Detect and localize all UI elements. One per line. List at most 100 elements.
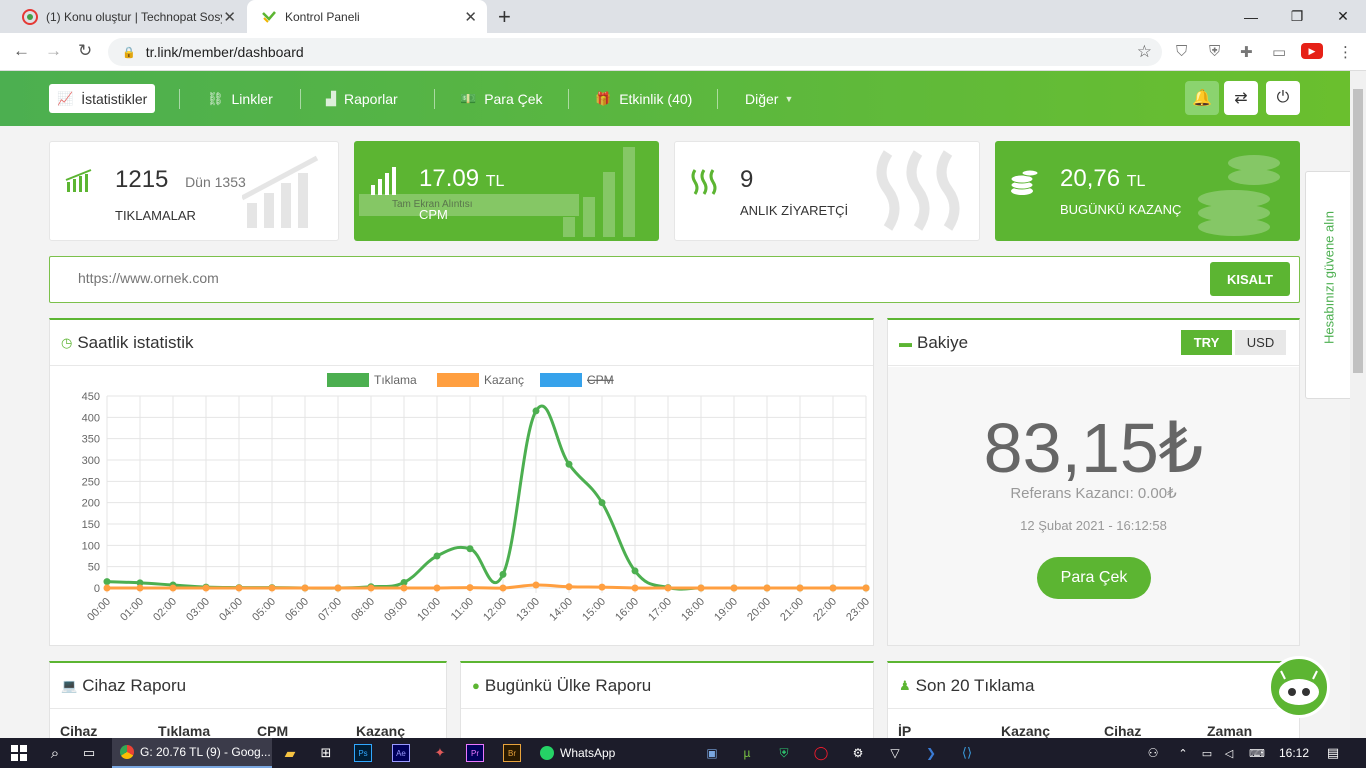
data-point	[202, 584, 210, 592]
balance-panel: ▬ Bakiye TRY USD 83,15₺ Referans Kazancı:…	[887, 318, 1300, 646]
hourly-chart: 0 50 100 150 200 250 300 350 400 450 00:00 01:00 02:…	[82, 373, 872, 624]
nav-withdraw[interactable]: 💵 Para Çek	[460, 84, 543, 113]
laptop-icon: 💻	[61, 677, 78, 693]
taskbar-whatsapp-window[interactable]: WhatsApp	[536, 738, 620, 768]
vpn-icon[interactable]: ▽	[885, 738, 905, 768]
nav-events[interactable]: 🎁 Etkinlik (40)	[595, 84, 692, 113]
balance-date: 12 Şubat 2021 - 16:12:58	[1020, 518, 1167, 533]
keyboard-icon[interactable]: ⌨	[1244, 738, 1270, 768]
action-center-icon[interactable]: ▤	[1322, 738, 1344, 768]
network-icon[interactable]: ▭	[1198, 738, 1216, 768]
x-tick-label: 07:00	[316, 596, 344, 624]
data-point	[598, 583, 606, 591]
x-tick-label: 02:00	[151, 596, 179, 624]
logout-power-icon[interactable]: ⏻	[1266, 81, 1300, 115]
data-point	[169, 584, 177, 592]
panel-title: Bakiye	[917, 332, 969, 352]
nav-statistics[interactable]: 📈 İstatistikler	[49, 84, 156, 113]
earnings-label: BUGÜNKÜ KAZANÇ	[1060, 202, 1182, 217]
browser-menu-icon[interactable]: ⋮	[1338, 43, 1353, 61]
search-icon[interactable]: ⌕	[40, 738, 70, 768]
url-field[interactable]: 🔒 tr.link/member/dashboard ☆	[108, 38, 1162, 66]
scrollbar-thumb[interactable]	[1353, 89, 1363, 373]
volume-icon[interactable]: ◁	[1220, 738, 1238, 768]
restore-icon[interactable]: ❐	[1274, 0, 1320, 33]
x-tick-label: 03:00	[184, 596, 212, 624]
shield-extension-icon[interactable]: ⛨	[1209, 43, 1220, 60]
nav-other[interactable]: Diğer ▼	[745, 84, 793, 113]
close-tab-icon[interactable]: ✕	[464, 8, 477, 26]
data-point	[499, 570, 507, 578]
whatsapp-icon	[540, 746, 554, 760]
tray-chevron-up-icon[interactable]: ⌃	[1174, 738, 1192, 768]
currency-usd-toggle[interactable]: USD	[1235, 330, 1286, 355]
trlink-favicon-icon	[262, 10, 276, 23]
secure-account-tab[interactable]: Hesabınızı güvene alın 🔒	[1305, 171, 1350, 399]
bridge-icon[interactable]: Br	[503, 744, 521, 762]
earnings-value: 20,76 TL	[1060, 165, 1146, 192]
premiere-icon[interactable]: Pr	[466, 744, 484, 762]
y-tick-label: 350	[82, 434, 100, 446]
notifications-bell-icon[interactable]: 🔔	[1185, 81, 1219, 115]
photoshop-icon[interactable]: Ps	[354, 744, 372, 762]
shorten-button[interactable]: KISALT	[1210, 262, 1290, 296]
after-effects-icon[interactable]: Ae	[392, 744, 410, 762]
bookmark-star-icon[interactable]: ☆	[1137, 42, 1152, 62]
nav-label: Etkinlik (40)	[619, 90, 693, 107]
store-icon[interactable]: ⊞	[314, 738, 338, 768]
utorrent-icon[interactable]: µ	[737, 738, 757, 768]
browser-tab-dashboard[interactable]: Kontrol Paneli ✕	[247, 0, 487, 33]
cpm-value: 17.09 TL	[419, 165, 505, 192]
vscode-icon[interactable]: ⟨⟩	[957, 738, 977, 768]
series-line-Kazanç	[107, 583, 866, 590]
close-tab-icon[interactable]: ✕	[223, 8, 236, 26]
chrome-icon	[120, 745, 134, 759]
refresh-icon[interactable]: ⇄	[1224, 81, 1258, 115]
tray-app-icon[interactable]: ▣	[702, 738, 722, 768]
clock-icon: ◷	[61, 334, 73, 350]
nav-reports[interactable]: ▟ Raporlar	[326, 84, 398, 113]
growth-chart-bg-icon	[242, 155, 319, 228]
puzzle-extensions-icon[interactable]: ✚	[1240, 43, 1253, 61]
data-point	[829, 584, 837, 592]
x-tick-label: 10:00	[415, 596, 443, 624]
powershell-icon[interactable]: ❯	[921, 738, 941, 768]
opera-icon[interactable]: ◯	[811, 738, 831, 768]
page-scrollbar[interactable]	[1350, 71, 1366, 738]
column-header: Kazanç	[1001, 723, 1051, 738]
legend-label: Kazanç	[484, 373, 524, 387]
shield-app-icon[interactable]: ⛨	[774, 738, 794, 768]
reload-icon[interactable]: ↻	[78, 41, 92, 61]
game-app-icon[interactable]: ✦	[428, 738, 452, 768]
browser-tab-technopat[interactable]: (1) Konu oluştur | Technopat Sosyal ✕	[8, 0, 246, 33]
data-point	[631, 584, 639, 592]
nav-divider	[717, 89, 718, 109]
new-tab-icon[interactable]: +	[498, 4, 511, 30]
y-tick-label: 250	[82, 476, 100, 488]
taskbar-chrome-window[interactable]: G: 20.76 TL (9) - Goog...	[112, 738, 272, 768]
steam-icon[interactable]: ⚙	[848, 738, 868, 768]
data-point	[499, 584, 507, 592]
minimize-icon[interactable]: —	[1228, 0, 1274, 33]
windows-start-icon[interactable]	[0, 738, 38, 768]
column-header: İP	[898, 723, 912, 738]
people-icon[interactable]: ⚇	[1142, 738, 1164, 768]
withdraw-button[interactable]: Para Çek	[1037, 557, 1151, 599]
cast-icon[interactable]: ▭	[1272, 43, 1286, 61]
data-point	[334, 584, 342, 592]
nav-divider	[568, 89, 569, 109]
brave-extension-icon[interactable]: ⛉	[1176, 43, 1187, 60]
file-explorer-icon[interactable]: ▰	[278, 738, 302, 768]
task-view-icon[interactable]: ▭	[74, 738, 104, 768]
close-window-icon[interactable]: ✕	[1320, 0, 1366, 33]
forward-icon[interactable]: →	[45, 41, 62, 61]
currency-try-toggle[interactable]: TRY	[1181, 330, 1232, 355]
chat-bot-avatar[interactable]	[1268, 656, 1330, 718]
x-tick-label: 13:00	[514, 596, 542, 624]
url-input[interactable]	[78, 270, 1078, 286]
back-icon[interactable]: ←	[13, 41, 30, 61]
nav-links[interactable]: ⛓ Linkler	[207, 84, 273, 113]
taskbar-clock[interactable]: 16:12	[1274, 738, 1314, 768]
youtube-extension-icon[interactable]: ▶	[1301, 43, 1323, 59]
x-tick-label: 06:00	[283, 596, 311, 624]
